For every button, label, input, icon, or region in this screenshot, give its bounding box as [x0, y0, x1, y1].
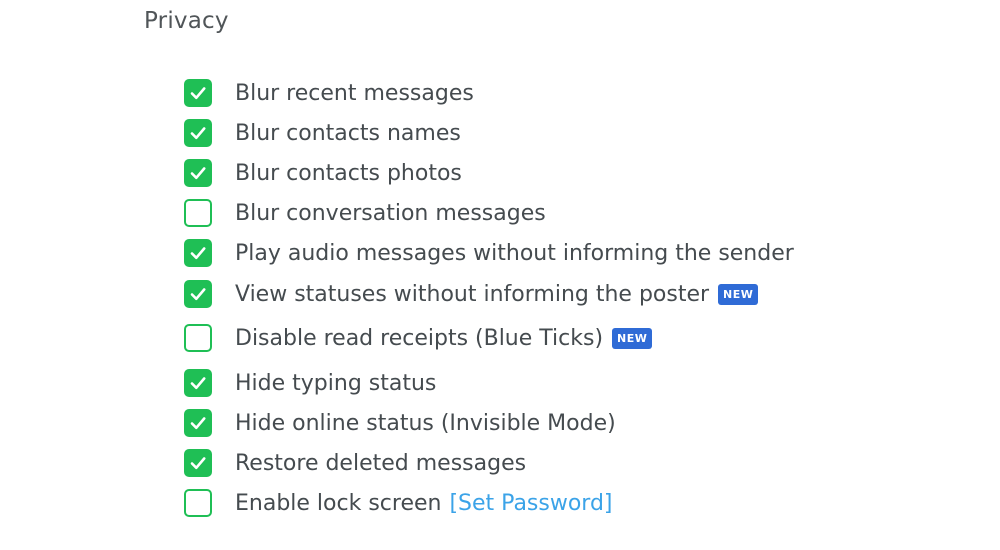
check-icon	[190, 247, 206, 260]
checkbox-checked[interactable]	[184, 159, 212, 187]
check-icon	[190, 457, 206, 470]
option-play-audio-silently[interactable]: Play audio messages without informing th…	[184, 236, 794, 270]
option-hide-online-status[interactable]: Hide online status (Invisible Mode)	[184, 406, 616, 440]
checkbox-checked[interactable]	[184, 79, 212, 107]
option-label[interactable]: View statuses without informing the post…	[235, 282, 709, 307]
option-label[interactable]: Play audio messages without informing th…	[235, 241, 794, 266]
option-blur-recent-messages[interactable]: Blur recent messages	[184, 76, 474, 110]
option-hide-typing-status[interactable]: Hide typing status	[184, 366, 436, 400]
option-label[interactable]: Blur contacts photos	[235, 161, 462, 186]
option-label[interactable]: Hide typing status	[235, 371, 436, 396]
check-icon	[190, 127, 206, 140]
option-restore-deleted-messages[interactable]: Restore deleted messages	[184, 446, 526, 480]
checkbox-checked[interactable]	[184, 449, 212, 477]
check-icon	[190, 87, 206, 100]
option-label[interactable]: Blur recent messages	[235, 81, 474, 106]
checkbox-checked[interactable]	[184, 409, 212, 437]
option-view-statuses-silently[interactable]: View statuses without informing the post…	[184, 277, 759, 311]
option-label[interactable]: Blur contacts names	[235, 121, 461, 146]
check-icon	[190, 167, 206, 180]
option-blur-contacts-photos[interactable]: Blur contacts photos	[184, 156, 462, 190]
check-icon	[190, 288, 206, 301]
option-label[interactable]: Disable read receipts (Blue Ticks)	[235, 326, 603, 351]
option-blur-contacts-names[interactable]: Blur contacts names	[184, 116, 461, 150]
checkbox-unchecked[interactable]	[184, 324, 212, 352]
option-enable-lock-screen[interactable]: Enable lock screen [Set Password]	[184, 486, 613, 520]
privacy-options-list: Blur recent messages Blur contacts names…	[184, 0, 964, 550]
checkbox-checked[interactable]	[184, 239, 212, 267]
option-label[interactable]: Blur conversation messages	[235, 201, 546, 226]
new-badge: NEW	[612, 327, 653, 349]
check-icon	[190, 417, 206, 430]
new-badge: NEW	[718, 283, 759, 305]
checkbox-unchecked[interactable]	[184, 489, 212, 517]
checkbox-checked[interactable]	[184, 119, 212, 147]
option-disable-read-receipts[interactable]: Disable read receipts (Blue Ticks) NEW	[184, 321, 653, 355]
option-blur-conversation-messages[interactable]: Blur conversation messages	[184, 196, 546, 230]
option-label[interactable]: Enable lock screen	[235, 491, 441, 516]
checkbox-checked[interactable]	[184, 369, 212, 397]
check-icon	[190, 377, 206, 390]
option-label[interactable]: Hide online status (Invisible Mode)	[235, 411, 616, 436]
option-label[interactable]: Restore deleted messages	[235, 451, 526, 476]
set-password-link[interactable]: [Set Password]	[449, 491, 612, 516]
checkbox-unchecked[interactable]	[184, 199, 212, 227]
checkbox-checked[interactable]	[184, 280, 212, 308]
